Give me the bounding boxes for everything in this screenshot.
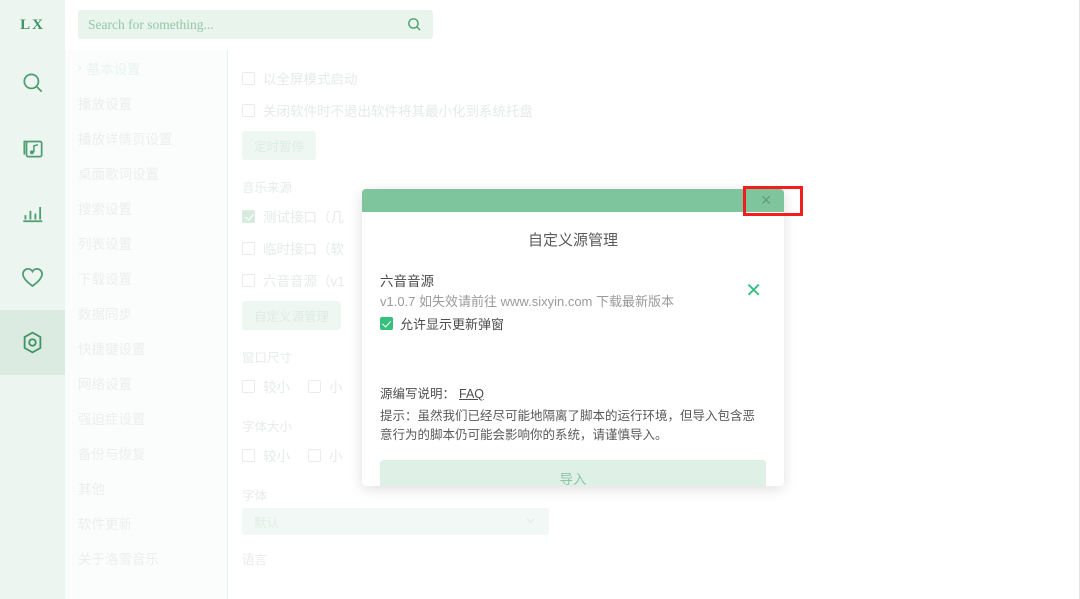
- sidebar-item-list-settings[interactable]: 列表设置: [65, 225, 227, 260]
- section-label-font: 字体: [242, 489, 268, 503]
- checkbox-font-size-smaller[interactable]: 较小: [242, 439, 290, 471]
- checkbox-box: [242, 379, 255, 393]
- app-window: LX › 基本设置 播放设置 播放详情页设置 桌面歌词设置 搜索设置 列表设置 …: [0, 0, 1080, 599]
- search-placeholder: Search for something...: [88, 16, 214, 32]
- font-select[interactable]: 默认: [242, 508, 549, 535]
- checkbox-label: 测试接口（几: [263, 210, 344, 225]
- checkbox-label: 较小: [263, 380, 290, 395]
- rail-item-settings[interactable]: [0, 310, 65, 375]
- checkbox-label: 允许显示更新弹窗: [400, 317, 505, 333]
- top-bar: Search for something...: [65, 0, 1080, 50]
- font-select-value: 默认: [254, 516, 280, 530]
- sidebar-item-data-sync[interactable]: 数据同步: [65, 295, 227, 330]
- sidebar-item-label: 播放设置: [78, 96, 132, 112]
- chevron-right-icon: ›: [78, 61, 82, 74]
- sidebar-item-download-settings[interactable]: 下载设置: [65, 260, 227, 295]
- settings-nav-panel: › 基本设置 播放设置 播放详情页设置 桌面歌词设置 搜索设置 列表设置 下载设…: [65, 0, 228, 599]
- settings-gear-icon: [19, 329, 46, 356]
- checkbox-font-size-small[interactable]: 小: [308, 439, 343, 471]
- sidebar-item-label: 备份与恢复: [78, 446, 146, 462]
- checkbox-label: 关闭软件时不退出软件将其最小化到系统托盘: [263, 104, 533, 119]
- rail-item-library[interactable]: [0, 115, 65, 180]
- checkbox-start-fullscreen[interactable]: 以全屏模式启动: [242, 62, 1080, 94]
- custom-source-manage-button[interactable]: 自定义源管理: [242, 301, 342, 330]
- sidebar-item-label: 软件更新: [78, 516, 132, 532]
- checkbox-box: [242, 209, 255, 223]
- sidebar-item-label: 搜索设置: [78, 201, 132, 217]
- checkbox-box: [242, 241, 255, 255]
- checkbox-window-size-smaller[interactable]: 较小: [242, 370, 290, 402]
- warning-tip-text: 提示：虽然我们已经尽可能地隔离了脚本的运行环境，但导入包含恶意行为的脚本仍可能会…: [380, 409, 756, 443]
- checkbox-box: [308, 379, 321, 393]
- source-delete-button[interactable]: ✕: [745, 280, 762, 300]
- checkbox-label: 小: [329, 449, 343, 464]
- checkbox-box: [242, 448, 255, 462]
- app-logo: LX: [20, 16, 45, 33]
- sidebar-icon-rail: LX: [0, 0, 65, 599]
- sidebar-item-desktop-lyric-settings[interactable]: 桌面歌词设置: [65, 155, 227, 190]
- chart-ranking-icon: [20, 200, 46, 226]
- checkbox-box: [242, 273, 255, 287]
- checkbox-label: 六音音源（v1: [263, 274, 345, 289]
- sidebar-item-ocd-settings[interactable]: 强迫症设置: [65, 400, 227, 435]
- rail-item-favorites[interactable]: [0, 245, 65, 310]
- checkbox-label: 较小: [263, 449, 290, 464]
- checkbox-box: [242, 71, 255, 85]
- sidebar-item-label: 播放详情页设置: [78, 131, 173, 147]
- sidebar-item-label: 基本设置: [86, 61, 141, 77]
- timed-pause-button[interactable]: 定时暂停: [242, 131, 317, 160]
- modal-close-button[interactable]: ✕: [760, 194, 772, 208]
- sidebar-item-network-settings[interactable]: 网络设置: [65, 365, 227, 400]
- sidebar-item-label: 关于洛雪音乐: [78, 551, 159, 567]
- sidebar-item-search-settings[interactable]: 搜索设置: [65, 190, 227, 225]
- rail-item-ranking[interactable]: [0, 180, 65, 245]
- rail-item-search[interactable]: [0, 50, 65, 115]
- sidebar-item-label: 其他: [78, 481, 105, 497]
- checkbox-minimize-to-tray[interactable]: 关闭软件时不退出软件将其最小化到系统托盘: [242, 94, 1080, 126]
- sidebar-item-about[interactable]: 关于洛雪音乐: [65, 540, 227, 575]
- sidebar-item-playdetail-settings[interactable]: 播放详情页设置: [65, 120, 227, 155]
- checkbox-window-size-small[interactable]: 小: [308, 370, 343, 402]
- source-list-item: 六音音源 v1.0.7 如失效请前往 www.sixyin.com 下载最新版本…: [380, 272, 766, 333]
- sidebar-item-label: 下载设置: [78, 271, 132, 287]
- faq-link[interactable]: FAQ: [459, 387, 484, 401]
- music-library-icon: [20, 135, 46, 161]
- sidebar-item-label: 数据同步: [78, 306, 132, 322]
- checkbox-box: [242, 103, 255, 117]
- checkbox-allow-update-popup[interactable]: 允许显示更新弹窗: [380, 314, 731, 333]
- source-info: 六音音源 v1.0.7 如失效请前往 www.sixyin.com 下载最新版本…: [380, 272, 731, 333]
- search-icon: [20, 70, 46, 96]
- search-icon[interactable]: [406, 16, 423, 33]
- sidebar-item-playback-settings[interactable]: 播放设置: [65, 85, 227, 120]
- sidebar-item-other[interactable]: 其他: [65, 470, 227, 505]
- sidebar-item-label: 列表设置: [78, 236, 132, 252]
- sidebar-item-basic-settings[interactable]: › 基本设置: [65, 50, 227, 85]
- custom-source-manager-modal: ✕ 自定义源管理 六音音源 v1.0.7 如失效请前往 www.sixyin.c…: [362, 189, 784, 486]
- sidebar-item-label: 桌面歌词设置: [78, 166, 159, 182]
- heart-favorites-icon: [19, 264, 46, 291]
- checkbox-label: 小: [329, 380, 343, 395]
- sidebar-item-label: 快捷键设置: [78, 341, 146, 357]
- checkbox-label: 临时接口（软: [263, 242, 344, 257]
- source-name: 六音音源: [380, 274, 434, 289]
- modal-header: ✕: [362, 189, 784, 212]
- sidebar-item-software-update[interactable]: 软件更新: [65, 505, 227, 540]
- sidebar-item-hotkey-settings[interactable]: 快捷键设置: [65, 330, 227, 365]
- sidebar-item-label: 网络设置: [78, 376, 132, 392]
- checkbox-box: [308, 448, 321, 462]
- chevron-down-icon: [524, 514, 537, 530]
- sidebar-item-label: 强迫症设置: [78, 411, 146, 427]
- import-button[interactable]: 导入: [380, 459, 766, 486]
- checkbox-box: [380, 317, 393, 331]
- faq-label: 源编写说明：: [380, 387, 456, 402]
- section-label-language: 语言: [242, 553, 268, 567]
- search-input[interactable]: Search for something...: [78, 10, 433, 39]
- modal-body: 自定义源管理 六音音源 v1.0.7 如失效请前往 www.sixyin.com…: [362, 229, 784, 486]
- checkbox-label: 以全屏模式启动: [263, 72, 358, 87]
- sidebar-item-backup-restore[interactable]: 备份与恢复: [65, 435, 227, 470]
- source-description: v1.0.7 如失效请前往 www.sixyin.com 下载最新版本: [380, 293, 674, 309]
- modal-title: 自定义源管理: [527, 232, 618, 249]
- faq-line: 源编写说明： FAQ: [380, 383, 766, 402]
